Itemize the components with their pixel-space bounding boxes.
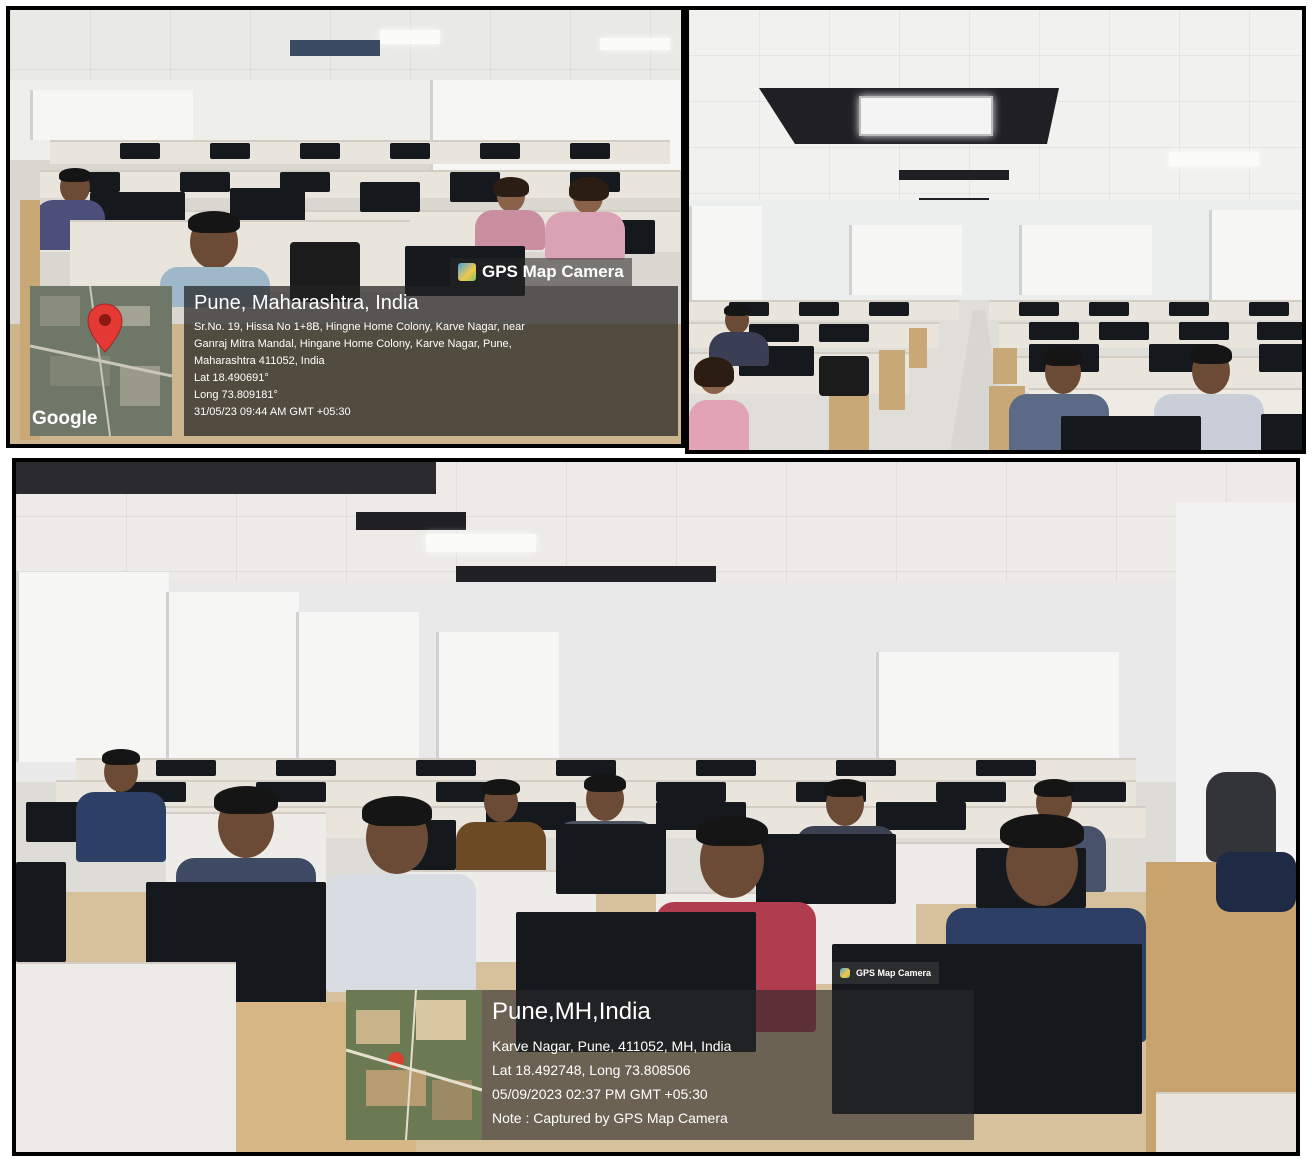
photo-top-left-lab: GPS Map Camera Google Pune, Maharashtra,… <box>6 6 685 448</box>
location-title: Pune,MH,India <box>492 998 651 1025</box>
address-line: Maharashtra 411052, India <box>194 355 325 367</box>
address-line: Ganraj Mitra Mandal, Hingane Home Colony… <box>194 338 512 350</box>
location-title: Pune, Maharashtra, India <box>194 292 419 314</box>
student <box>76 749 166 862</box>
coordinates: Lat 18.492748, Long 73.808506 <box>492 1062 691 1078</box>
student <box>689 357 749 450</box>
gps-info-panel: Pune,MH,India Karve Nagar, Pune, 411052,… <box>482 990 974 1140</box>
photo-bottom-lab: Pune,MH,India Karve Nagar, Pune, 411052,… <box>12 458 1300 1156</box>
gps-camera-label: GPS Map Camera <box>856 968 932 978</box>
gps-info-panel: Pune, Maharashtra, India Sr.No. 19, Hiss… <box>184 286 678 436</box>
ceiling-vent <box>290 40 380 56</box>
student <box>326 796 476 992</box>
gps-camera-label: GPS Map Camera <box>482 262 624 281</box>
ac-unit <box>859 96 993 136</box>
window <box>30 90 193 140</box>
gps-camera-badge: GPS Map Camera <box>832 962 940 984</box>
address-line: Karve Nagar, Pune, 411052, MH, India <box>492 1038 732 1054</box>
ceiling-opening <box>16 462 436 494</box>
timestamp: 05/09/2023 02:37 PM GMT +05:30 <box>492 1086 708 1102</box>
gps-camera-badge: GPS Map Camera <box>450 258 632 286</box>
backpack <box>1206 772 1276 862</box>
map-pin-icon <box>87 303 123 353</box>
gps-camera-icon <box>458 263 476 281</box>
map-thumbnail <box>346 990 482 1140</box>
student <box>475 177 545 250</box>
ceiling-light <box>1169 152 1259 166</box>
map-image <box>346 990 482 1140</box>
timestamp: 31/05/23 09:44 AM GMT +05:30 <box>194 406 351 418</box>
ceiling-light <box>426 534 536 552</box>
backpack <box>1216 852 1296 912</box>
ceiling-light <box>600 38 670 50</box>
student <box>545 177 625 260</box>
ceiling-light <box>380 30 440 44</box>
capture-note: Note : Captured by GPS Map Camera <box>492 1110 728 1126</box>
longitude: Long 73.809181° <box>194 389 278 401</box>
photo-top-right-lab <box>685 6 1306 454</box>
address-line: Sr.No. 19, Hissa No 1+8B, Hingne Home Co… <box>194 321 525 333</box>
gps-camera-icon <box>840 968 850 978</box>
map-brand-label: Google <box>32 408 98 429</box>
map-thumbnail: Google <box>30 286 172 436</box>
latitude: Lat 18.490691° <box>194 372 269 384</box>
